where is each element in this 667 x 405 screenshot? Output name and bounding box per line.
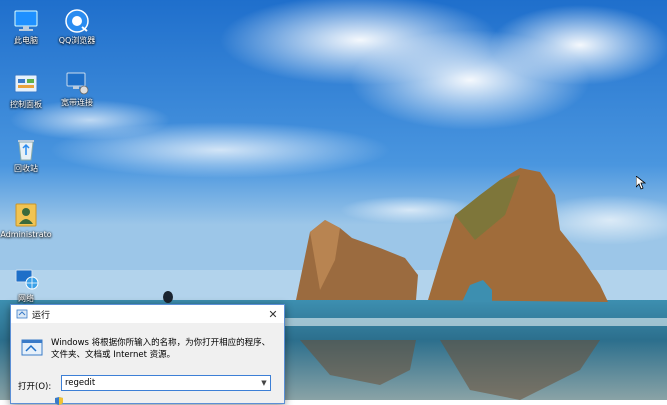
- open-input[interactable]: [62, 376, 258, 390]
- desktop-icon-label: 此电脑: [14, 36, 38, 45]
- desktop-icon-recycle-bin[interactable]: 回收站: [0, 136, 52, 174]
- desktop-icon-label: 网络: [18, 294, 34, 303]
- chevron-down-icon[interactable]: ▼: [258, 379, 270, 387]
- run-program-icon: [21, 339, 43, 356]
- run-dialog: 运行 ✕ Windows 将根据你所输入的名称，为你打开相应的程序、文件夹、文档…: [10, 304, 285, 405]
- desktop-icon-label: Administrato: [0, 230, 52, 239]
- desktop-icon-broadband-connection[interactable]: 宽带连接: [51, 70, 103, 108]
- run-dialog-description: Windows 将根据你所输入的名称，为你打开相应的程序、文件夹、文档或 Int…: [51, 338, 271, 360]
- desktop-icon-label: 回收站: [14, 164, 38, 173]
- user-folder-icon: [15, 203, 37, 227]
- shield-icon: [55, 397, 63, 405]
- run-dialog-title: 运行: [32, 310, 51, 321]
- this-pc-icon: [14, 10, 38, 31]
- desktop-icon-this-pc[interactable]: 此电脑: [0, 8, 52, 46]
- run-icon: [16, 309, 28, 319]
- desktop-icon-network[interactable]: 网络: [0, 266, 52, 304]
- run-dialog-titlebar[interactable]: 运行 ✕: [11, 305, 284, 323]
- open-combobox[interactable]: ▼: [61, 375, 271, 391]
- desktop-icon-label: QQ浏览器: [58, 36, 96, 45]
- recycle-bin-icon: [18, 140, 34, 161]
- desktop-icon-qq-browser[interactable]: QQ浏览器: [51, 8, 103, 46]
- mouse-cursor-icon: [636, 176, 646, 190]
- close-button[interactable]: ✕: [262, 305, 284, 323]
- desktop-icon-control-panel[interactable]: 控制面板: [0, 72, 52, 110]
- desktop-icon-user-folder[interactable]: Administrato: [0, 202, 52, 240]
- network-icon: [15, 269, 39, 290]
- desktop-icon-label: 宽带连接: [61, 98, 93, 107]
- desktop-icon-label: 控制面板: [10, 100, 42, 109]
- open-label: 打开(O):: [18, 382, 52, 392]
- control-panel-icon: [14, 74, 38, 93]
- broadband-connection-icon: [66, 72, 89, 95]
- qq-browser-icon: [65, 9, 89, 33]
- run-dialog-body: Windows 将根据你所输入的名称，为你打开相应的程序、文件夹、文档或 Int…: [11, 323, 284, 405]
